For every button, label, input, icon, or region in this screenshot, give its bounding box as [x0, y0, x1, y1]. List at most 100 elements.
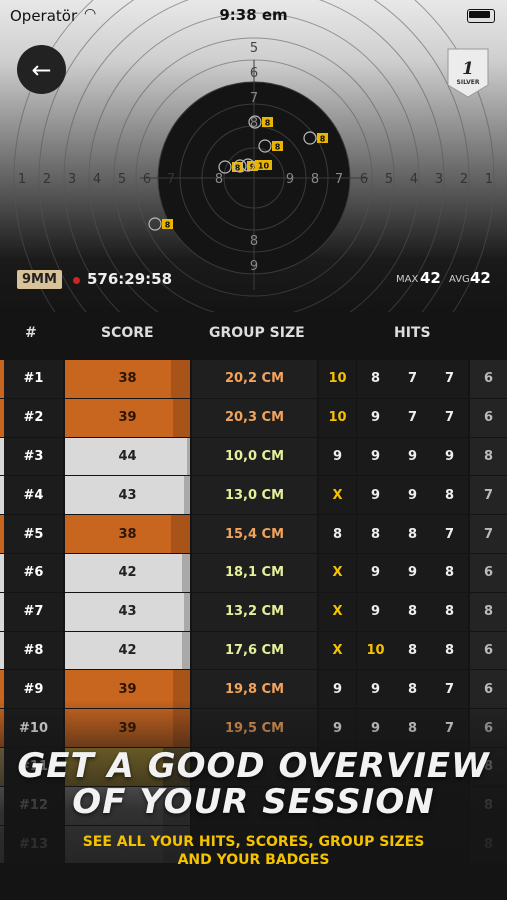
row-score: 39 — [65, 398, 190, 437]
row-hit: 9 — [357, 592, 394, 631]
ring-number: 6 — [250, 66, 258, 81]
row-hit: X — [319, 553, 356, 592]
badge-label: SILVER — [457, 79, 480, 86]
ring-number: 7 — [250, 91, 258, 106]
row-number: #8 — [4, 631, 63, 670]
ring-number: 7 — [167, 172, 175, 187]
row-hit: 9 — [319, 670, 356, 709]
row-hit: 7 — [470, 476, 507, 515]
app-root: 1 2 3 4 5 6 7 8 9 8 7 6 5 4 3 2 1 5 6 7 8 8 9 8 8 8 9 10 8 8 Operatör… — [0, 0, 507, 900]
score-value: 44 — [118, 448, 137, 464]
row-hit: 6 — [470, 360, 507, 398]
shot-label: 8 — [265, 119, 271, 128]
back-arrow-icon: ← — [31, 55, 52, 84]
score-value: 43 — [118, 604, 137, 620]
row-hit: 6 — [470, 398, 507, 437]
row-group-size: 20,3 CM — [192, 398, 317, 437]
row-hit: 7 — [431, 709, 468, 747]
row-number: #7 — [4, 592, 63, 631]
row-hit: 6 — [470, 709, 507, 747]
row-hit: 8 — [431, 592, 468, 631]
table-row[interactable]: #1 38 20,2 CM 10 8 7 7 6 — [0, 360, 507, 399]
avg-label: AVG — [449, 274, 470, 285]
table-row[interactable]: #4 43 13,0 CM X 9 9 8 7 — [0, 476, 507, 515]
row-hit: 7 — [394, 398, 431, 437]
table-row[interactable]: #8 42 17,6 CM X 10 8 8 6 — [0, 631, 507, 671]
row-group-size: 13,2 CM — [192, 592, 317, 631]
table-row[interactable]: #7 43 13,2 CM X 9 8 8 8 — [0, 592, 507, 632]
table-row[interactable]: #2 39 20,3 CM 10 9 7 7 6 — [0, 398, 507, 438]
row-hit: X — [319, 476, 356, 515]
ring-number: 2 — [43, 172, 51, 187]
ring-number: 8 — [311, 172, 319, 187]
row-score: 43 — [65, 592, 190, 631]
row-hit: 8 — [394, 592, 431, 631]
score-value: 39 — [118, 720, 137, 736]
row-number: #6 — [4, 553, 63, 592]
status-bar: Operatör ◠ 9:38 em — [0, 0, 507, 30]
score-value: 42 — [118, 642, 137, 658]
row-hit: 8 — [357, 515, 394, 553]
shot-label: 10 — [258, 162, 270, 171]
row-hit: 7 — [431, 398, 468, 437]
row-hit: 8 — [470, 437, 507, 476]
table-row[interactable]: #9 39 19,8 CM 9 9 8 7 6 — [0, 670, 507, 709]
table-row[interactable]: #3 44 10,0 CM 9 9 9 9 8 — [0, 437, 507, 477]
target-diagram: 1 2 3 4 5 6 7 8 9 8 7 6 5 4 3 2 1567889888 9 1088 — [13, 0, 495, 312]
ring-number: 2 — [460, 172, 468, 187]
row-score: 43 — [65, 476, 190, 515]
promo-subtitle-line1: SEE ALL YOUR HITS, SCORES, GROUP SIZES — [82, 834, 425, 850]
score-value: 38 — [118, 371, 137, 387]
row-hit: 8 — [431, 553, 468, 592]
header-score: SCORE — [101, 325, 154, 341]
header-group-size: GROUP SIZE — [209, 325, 305, 341]
row-hit: 9 — [319, 709, 356, 747]
row-number: #9 — [4, 670, 63, 709]
row-hit: X — [319, 631, 356, 670]
row-group-size: 18,1 CM — [192, 553, 317, 592]
ring-number: 6 — [360, 172, 368, 187]
shield-icon: 1 SILVER — [447, 48, 489, 98]
score-value: 42 — [118, 565, 137, 581]
row-group-size: 17,6 CM — [192, 631, 317, 670]
promo-subtitle-line2: AND YOUR BADGES — [177, 852, 330, 868]
target-header: 1 2 3 4 5 6 7 8 9 8 7 6 5 4 3 2 1 5 6 7 8 8 9 8 8 8 9 10 8 8 Operatör… — [0, 0, 507, 312]
row-hit: 9 — [394, 553, 431, 592]
row-hit: 9 — [357, 437, 394, 476]
row-hit: 8 — [357, 360, 394, 398]
max-value: 42 — [420, 269, 441, 287]
score-value: 38 — [118, 526, 137, 542]
badge-rank: 1 — [462, 59, 474, 79]
row-hit: 7 — [431, 360, 468, 398]
row-score: 42 — [65, 553, 190, 592]
rank-badge[interactable]: 1 SILVER — [446, 47, 490, 99]
row-hit: 6 — [470, 553, 507, 592]
table-header: # SCORE GROUP SIZE HITS — [0, 312, 507, 356]
row-hit: 8 — [394, 631, 431, 670]
row-score: 44 — [65, 437, 190, 476]
table-row[interactable]: #10 39 19,5 CM 9 9 8 7 6 — [0, 709, 507, 748]
row-hit: 7 — [394, 360, 431, 398]
ring-number: 8 — [250, 234, 258, 249]
back-button[interactable]: ← — [17, 45, 66, 94]
row-hit: 10 — [357, 631, 394, 670]
row-hit: 7 — [431, 670, 468, 709]
ring-number: 7 — [335, 172, 343, 187]
table-row[interactable]: #6 42 18,1 CM X 9 9 8 6 — [0, 553, 507, 593]
row-hit: 9 — [357, 398, 394, 437]
recording-dot-icon — [73, 277, 80, 284]
row-score: 39 — [65, 709, 190, 747]
table-row[interactable]: #5 38 15,4 CM 8 8 8 7 7 — [0, 515, 507, 554]
ring-number: 6 — [143, 172, 151, 187]
row-score: 38 — [65, 360, 190, 398]
row-hit: 8 — [431, 631, 468, 670]
row-group-size: 13,0 CM — [192, 476, 317, 515]
row-hit: 6 — [470, 670, 507, 709]
row-hit: 7 — [431, 515, 468, 553]
row-hit: 8 — [319, 515, 356, 553]
ring-number: 3 — [435, 172, 443, 187]
session-timer: 576:29:58 — [87, 270, 173, 288]
row-hit: 9 — [357, 553, 394, 592]
row-hit: 8 — [470, 592, 507, 631]
row-group-size: 15,4 CM — [192, 515, 317, 553]
